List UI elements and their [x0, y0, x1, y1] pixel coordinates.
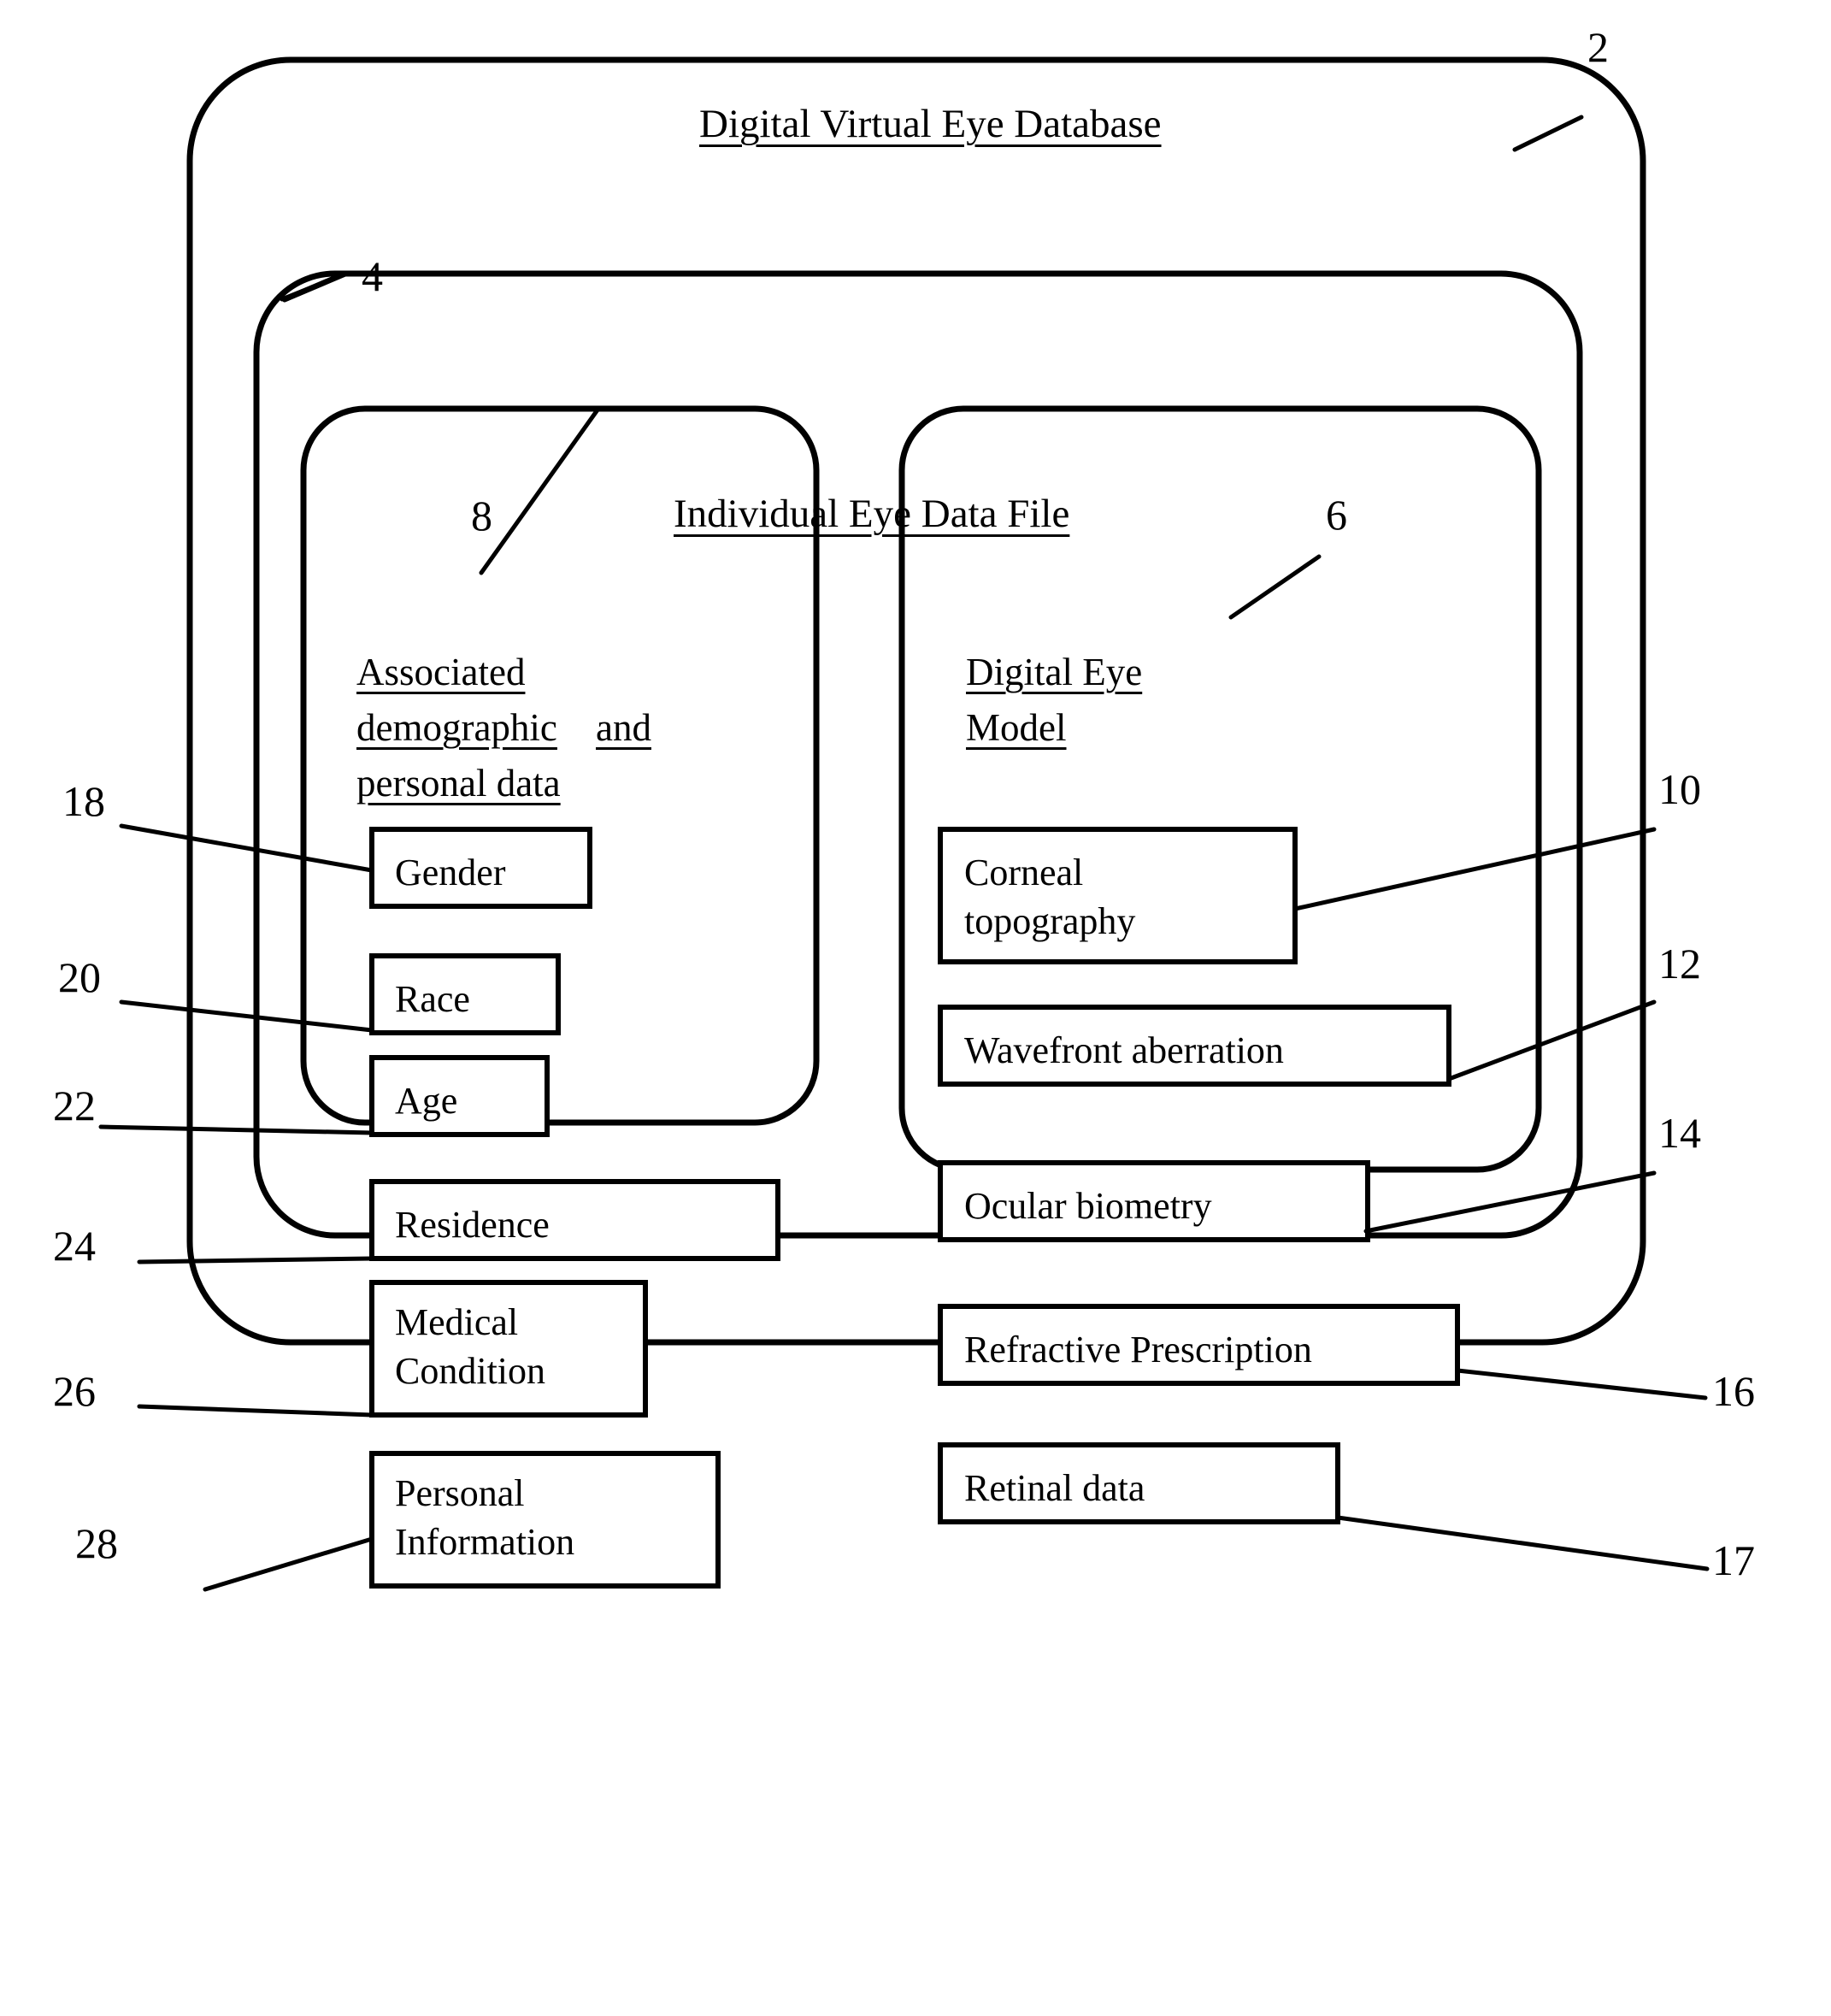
label-gender: Gender — [395, 852, 506, 893]
left-panel-heading-word-demographic: demographic — [356, 706, 557, 749]
outer-container-title: Digital Virtual Eye Database — [699, 102, 1162, 146]
left-panel-heading-line-3: personal data — [356, 762, 561, 805]
patent-figure-canvas: Digital Virtual Eye Database 2 Individua… — [0, 0, 1831, 2016]
label-personal-information-line-2: Information — [395, 1521, 575, 1564]
label-corneal-topography: Corneal topography — [964, 848, 1135, 946]
leader-ref-2 — [1512, 115, 1584, 152]
leader-ref-14 — [1363, 1170, 1657, 1234]
left-panel-heading-word-and: and — [596, 706, 651, 749]
leader-ref-17 — [1335, 1515, 1710, 1571]
leader-ref-28 — [203, 1536, 374, 1592]
ref-number-8: 8 — [471, 492, 492, 539]
leader-ref-18 — [119, 823, 374, 873]
label-race: Race — [395, 978, 470, 1020]
leader-ref-12 — [1446, 999, 1657, 1082]
label-corneal-topography-line-2: topography — [964, 900, 1136, 943]
label-personal-information: Personal Information — [395, 1469, 574, 1566]
label-wavefront-aberration: Wavefront aberration — [964, 1029, 1284, 1071]
leader-ref-8 — [479, 406, 601, 575]
leader-ref-22 — [98, 1124, 374, 1135]
leader-ref-16 — [1455, 1368, 1708, 1400]
right-panel-heading-line-2: Model — [966, 706, 1067, 749]
ref-number-20: 20 — [58, 953, 101, 1001]
ref-number-24: 24 — [53, 1222, 96, 1270]
ref-number-22: 22 — [53, 1082, 96, 1129]
ref-number-6: 6 — [1326, 491, 1347, 539]
mid-container-title: Individual Eye Data File — [674, 492, 1070, 536]
ref-number-12: 12 — [1658, 940, 1701, 987]
left-panel-heading-line-1: Associated — [356, 651, 526, 693]
ref-number-14: 14 — [1658, 1109, 1701, 1157]
ref-number-16: 16 — [1712, 1367, 1755, 1415]
right-panel-heading-line-1: Digital Eye — [966, 651, 1143, 693]
ref-number-4: 4 — [362, 252, 383, 300]
ref-number-2: 2 — [1587, 23, 1609, 71]
leader-ref-20 — [119, 999, 374, 1033]
figure-linework — [98, 56, 1710, 1592]
label-retinal-data: Retinal data — [964, 1467, 1145, 1509]
leader-ref-10 — [1292, 827, 1657, 911]
label-personal-information-line-1: Personal — [395, 1472, 525, 1514]
label-ocular-biometry: Ocular biometry — [964, 1185, 1212, 1227]
leader-ref-6 — [1228, 554, 1322, 620]
ref-number-18: 18 — [62, 777, 105, 825]
label-corneal-topography-line-1: Corneal — [964, 852, 1084, 893]
label-refractive-prescription: Refractive Prescription — [964, 1329, 1312, 1371]
ref-number-17: 17 — [1712, 1536, 1755, 1584]
left-panel-heading: Associated demographic and personal data — [356, 650, 651, 816]
label-medical-condition-line-2: Condition — [395, 1350, 546, 1393]
ref-number-28: 28 — [75, 1519, 118, 1567]
leader-ref-24 — [137, 1256, 374, 1264]
label-residence: Residence — [395, 1204, 550, 1246]
ref-number-10: 10 — [1658, 765, 1701, 813]
label-medical-condition-line-1: Medical — [395, 1301, 519, 1343]
left-panel-heading-line-2: demographic and — [356, 705, 651, 750]
ref-number-26: 26 — [53, 1367, 96, 1415]
label-medical-condition: Medical Condition — [395, 1298, 545, 1395]
label-age: Age — [395, 1080, 458, 1122]
right-panel-heading: Digital Eye Model — [966, 650, 1214, 761]
leader-ref-26 — [137, 1404, 374, 1418]
